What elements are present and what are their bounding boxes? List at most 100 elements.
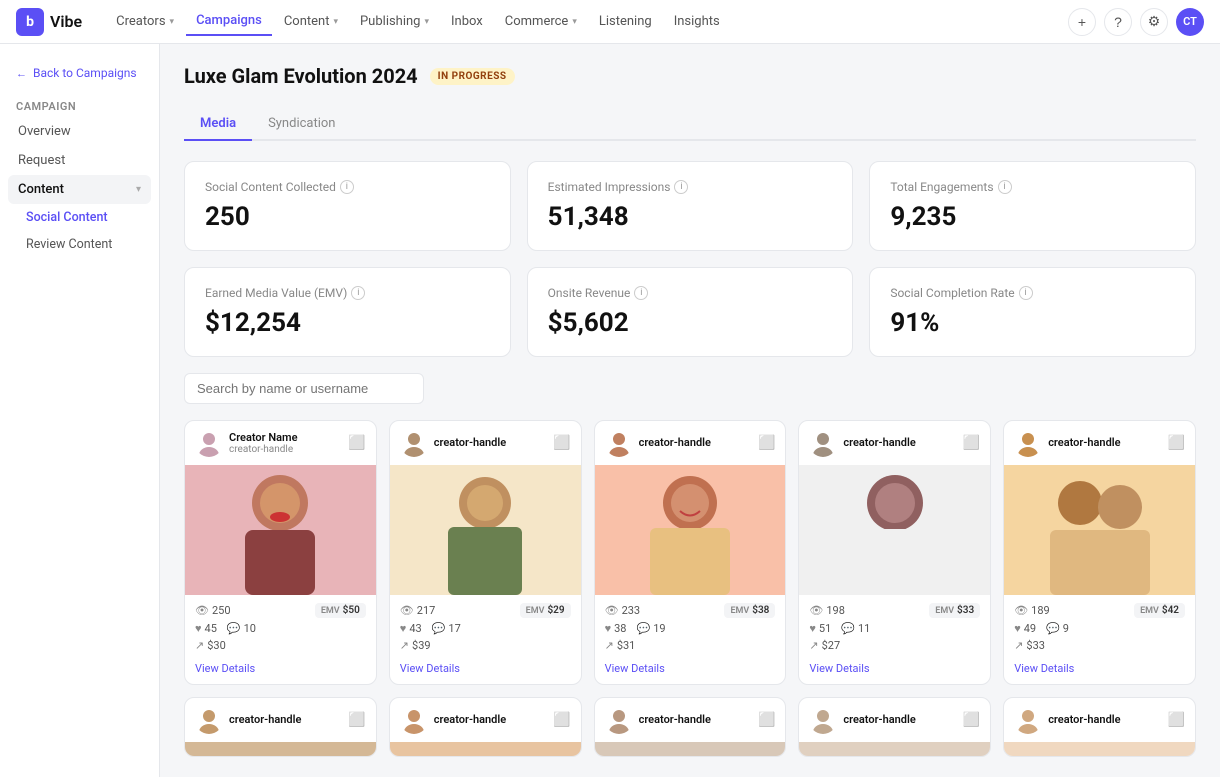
card-header: creator-handle ⬜ xyxy=(799,698,990,742)
instagram-icon[interactable]: ⬜ xyxy=(1168,435,1185,451)
creator-stats: 👁 198 EMV $33 ♥ 51 xyxy=(799,595,990,684)
instagram-icon[interactable]: ⬜ xyxy=(963,435,980,451)
stat-value: $12,254 xyxy=(205,308,490,338)
likes-stat: ♥ 51 xyxy=(809,622,831,635)
stat-value: 91% xyxy=(890,308,1175,338)
creator-card: creator-handle ⬜ xyxy=(1003,420,1196,685)
shares-stat: ↗ $30 xyxy=(195,639,226,652)
creator-card: creator-handle ⬜ xyxy=(798,420,991,685)
sidebar-item-review-content[interactable]: Review Content xyxy=(8,231,151,258)
view-details-link[interactable]: View Details xyxy=(809,662,869,675)
share-icon: ↗ xyxy=(809,639,818,652)
logo[interactable]: b Vibe xyxy=(16,8,82,36)
avatar xyxy=(809,429,837,457)
info-icon[interactable]: i xyxy=(998,180,1012,194)
view-details-link[interactable]: View Details xyxy=(605,662,665,675)
nav-campaigns[interactable]: Campaigns xyxy=(186,7,272,36)
shares-stat: ↗ $39 xyxy=(400,639,431,652)
view-details-link[interactable]: View Details xyxy=(195,662,255,675)
likes-stat: ♥ 38 xyxy=(605,622,627,635)
nav-inbox[interactable]: Inbox xyxy=(441,8,493,35)
nav-actions: + ? ⚙ CT xyxy=(1068,8,1204,36)
creator-card: Creator Name creator-handle ⬜ xyxy=(184,420,377,685)
sidebar-item-request[interactable]: Request xyxy=(8,146,151,175)
comments-stat: 💬 10 xyxy=(227,622,256,635)
tab-media[interactable]: Media xyxy=(184,108,252,141)
stats-row: ↗ $33 xyxy=(1014,639,1185,652)
nav-listening[interactable]: Listening xyxy=(589,8,662,35)
comment-icon: 💬 xyxy=(637,622,651,635)
heart-icon: ♥ xyxy=(195,622,202,635)
tab-syndication[interactable]: Syndication xyxy=(252,108,351,141)
creator-name: Creator Name xyxy=(229,431,298,444)
stats-row: ♥ 43 💬 17 xyxy=(400,622,571,635)
emv-badge: EMV $33 xyxy=(929,603,980,618)
heart-icon: ♥ xyxy=(1014,622,1021,635)
stat-completion-rate: Social Completion Rate i 91% xyxy=(869,267,1196,357)
comments-stat: 💬 19 xyxy=(637,622,666,635)
heart-icon: ♥ xyxy=(809,622,816,635)
instagram-icon[interactable]: ⬜ xyxy=(758,435,775,451)
main-layout: ← Back to Campaigns Campaign Overview Re… xyxy=(0,44,1220,777)
info-icon[interactable]: i xyxy=(674,180,688,194)
instagram-icon[interactable]: ⬜ xyxy=(553,712,570,728)
user-avatar[interactable]: CT xyxy=(1176,8,1204,36)
creator-info: creator-handle xyxy=(809,429,915,457)
sidebar-item-content[interactable]: Content ▾ xyxy=(8,175,151,204)
creator-info: creator-handle xyxy=(195,706,301,734)
instagram-icon[interactable]: ⬜ xyxy=(553,435,570,451)
share-icon: ↗ xyxy=(195,639,204,652)
comment-icon: 💬 xyxy=(1046,622,1060,635)
info-icon[interactable]: i xyxy=(340,180,354,194)
likes-stat: ♥ 49 xyxy=(1014,622,1036,635)
info-icon[interactable]: i xyxy=(1019,286,1033,300)
back-to-campaigns[interactable]: ← Back to Campaigns xyxy=(0,60,159,92)
views-stat: 👁 250 xyxy=(195,604,231,617)
settings-button[interactable]: ⚙ xyxy=(1140,8,1168,36)
stat-engagements: Total Engagements i 9,235 xyxy=(869,161,1196,251)
stats-row: ♥ 51 💬 11 xyxy=(809,622,980,635)
sidebar-campaign-section: Campaign Overview Request Content ▾ Soci… xyxy=(0,92,159,258)
shares-stat: ↗ $31 xyxy=(605,639,636,652)
help-button[interactable]: ? xyxy=(1104,8,1132,36)
instagram-icon[interactable]: ⬜ xyxy=(348,435,365,451)
info-icon[interactable]: i xyxy=(351,286,365,300)
sidebar-item-overview[interactable]: Overview xyxy=(8,117,151,146)
add-button[interactable]: + xyxy=(1068,8,1096,36)
nav-commerce[interactable]: Commerce ▾ xyxy=(495,8,587,35)
instagram-icon[interactable]: ⬜ xyxy=(1168,712,1185,728)
card-header: creator-handle ⬜ xyxy=(799,421,990,465)
search-bar xyxy=(184,373,1196,404)
search-input[interactable] xyxy=(184,373,424,404)
creator-stats: 👁 189 EMV $42 ♥ 49 xyxy=(1004,595,1195,684)
page-title: Luxe Glam Evolution 2024 xyxy=(184,64,418,88)
nav-creators[interactable]: Creators ▾ xyxy=(106,8,184,35)
stat-label: Earned Media Value (EMV) i xyxy=(205,286,490,300)
view-details-link[interactable]: View Details xyxy=(400,662,460,675)
creator-name: creator-handle xyxy=(843,436,915,449)
avatar xyxy=(605,706,633,734)
stats-row: ♥ 45 💬 10 xyxy=(195,622,366,635)
view-details-link[interactable]: View Details xyxy=(1014,662,1074,675)
sidebar-item-social-content[interactable]: Social Content xyxy=(8,204,151,231)
card-header: creator-handle ⬜ xyxy=(390,421,581,465)
instagram-icon[interactable]: ⬜ xyxy=(963,712,980,728)
nav-content[interactable]: Content ▾ xyxy=(274,8,348,35)
creator-image xyxy=(1004,742,1195,757)
stat-social-content: Social Content Collected i 250 xyxy=(184,161,511,251)
creator-image xyxy=(595,465,786,595)
info-icon[interactable]: i xyxy=(634,286,648,300)
likes-stat: ♥ 43 xyxy=(400,622,422,635)
card-header: creator-handle ⬜ xyxy=(185,698,376,742)
instagram-icon[interactable]: ⬜ xyxy=(758,712,775,728)
instagram-icon[interactable]: ⬜ xyxy=(348,712,365,728)
avatar xyxy=(1014,706,1042,734)
nav-insights[interactable]: Insights xyxy=(664,8,730,35)
creator-name: creator-handle xyxy=(434,713,506,726)
nav-publishing[interactable]: Publishing ▾ xyxy=(350,8,439,35)
avatar xyxy=(400,706,428,734)
avatar xyxy=(605,429,633,457)
creator-card: creator-handle ⬜ xyxy=(184,697,377,757)
chevron-down-icon: ▾ xyxy=(136,184,141,195)
tabs: Media Syndication xyxy=(184,108,1196,141)
